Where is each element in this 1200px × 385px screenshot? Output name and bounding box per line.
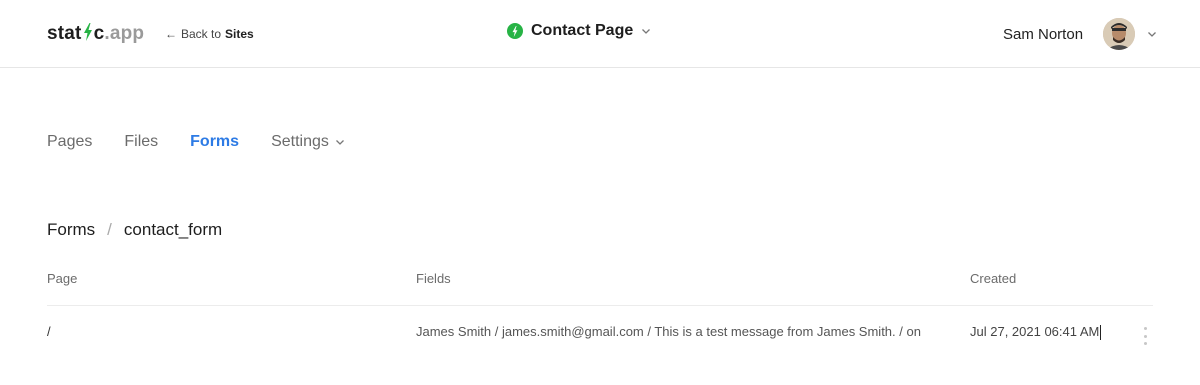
text-cursor — [1100, 325, 1102, 341]
logo[interactable]: stat c .app — [47, 21, 144, 45]
breadcrumb-root[interactable]: Forms — [47, 220, 95, 240]
site-title: Contact Page — [531, 22, 634, 39]
site-nav: Pages Files Forms Settings — [47, 133, 377, 151]
cell-created-wrap: Jul 27, 2021 06:41 AM — [970, 324, 1102, 341]
logo-text-end: c — [93, 23, 105, 44]
user-name: Sam Norton — [1003, 25, 1084, 43]
column-header-created: Created — [970, 271, 1017, 286]
breadcrumb-current: contact_form — [123, 220, 223, 239]
tab-files[interactable]: Files — [124, 133, 158, 151]
chevron-down-icon — [335, 140, 344, 145]
table-header: Page Fields Created — [47, 268, 1153, 306]
back-text: Back to — [181, 27, 222, 41]
user-menu[interactable]: Sam Norton — [1003, 18, 1157, 50]
cell-fields: James Smith / james.smith@gmail.com / Th… — [416, 324, 921, 339]
breadcrumb: Forms / contact_form — [47, 220, 222, 240]
tab-label: Pages — [47, 133, 93, 150]
column-header-page: Page — [47, 271, 78, 286]
cell-page: / — [47, 324, 51, 339]
site-switcher[interactable]: Contact Page — [507, 22, 651, 40]
back-arrow-icon: ← — [165, 27, 177, 41]
tab-pages[interactable]: Pages — [47, 133, 92, 151]
back-target: Sites — [225, 27, 254, 41]
table-row[interactable]: / James Smith / james.smith@gmail.com / … — [47, 306, 1153, 364]
row-menu-icon[interactable] — [1139, 327, 1151, 345]
back-to-sites-link[interactable]: ← Back to Sites — [165, 27, 254, 41]
logo-text-start: stat — [47, 23, 82, 44]
breadcrumb-separator: / — [107, 220, 112, 239]
logo-tld: .app — [104, 23, 145, 44]
tab-label: Forms — [190, 133, 240, 150]
tab-label: Files — [124, 133, 159, 150]
column-header-fields: Fields — [416, 271, 451, 286]
tab-label: Settings — [271, 133, 329, 150]
submissions-table: Page Fields Created / James Smith / jame… — [47, 268, 1153, 364]
avatar — [1103, 18, 1136, 50]
chevron-down-icon — [1148, 32, 1157, 37]
top-bar: stat c .app ← Back to Sites Contact Page… — [0, 0, 1200, 68]
chevron-down-icon — [642, 29, 651, 34]
cell-created: Jul 27, 2021 06:41 AM — [970, 324, 1100, 339]
tab-settings[interactable]: Settings — [271, 133, 345, 151]
bolt-icon — [83, 23, 92, 41]
bolt-icon — [507, 23, 523, 39]
tab-forms[interactable]: Forms — [190, 133, 239, 151]
